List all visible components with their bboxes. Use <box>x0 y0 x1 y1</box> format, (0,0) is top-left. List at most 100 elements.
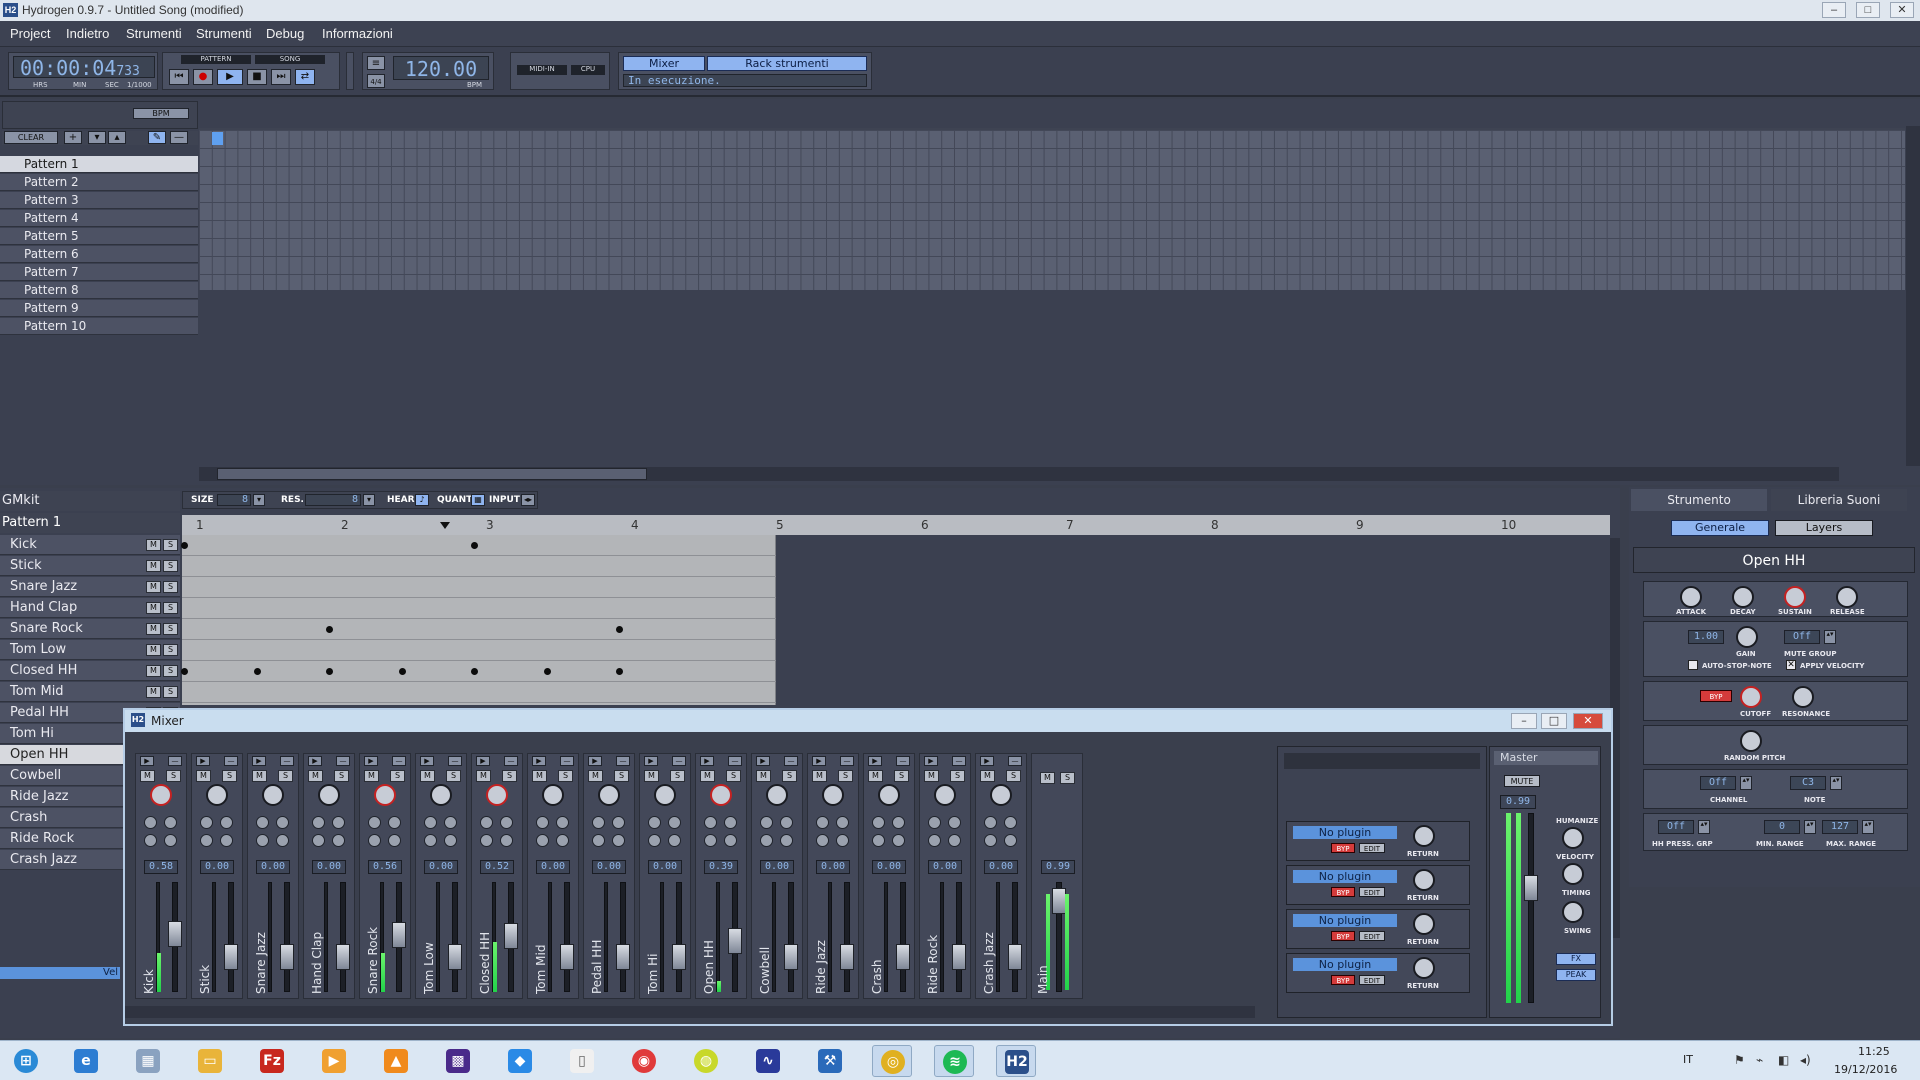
strip-fader-knob[interactable] <box>896 944 910 970</box>
media-player-icon[interactable]: ▶ <box>314 1045 354 1077</box>
strip-solo-button[interactable]: S <box>502 770 517 782</box>
fx-send-knob[interactable] <box>648 834 661 847</box>
fx-send-knob[interactable] <box>276 834 289 847</box>
note[interactable] <box>471 542 478 549</box>
mute-group-value[interactable]: Off <box>1784 630 1820 644</box>
fx-plugin-name[interactable]: No plugin <box>1293 870 1397 883</box>
pattern-list-item[interactable]: Pattern 6 <box>0 246 198 263</box>
fx-send-knob[interactable] <box>816 816 829 829</box>
tab-strumento[interactable]: Strumento <box>1631 489 1767 511</box>
note-grid[interactable] <box>181 535 776 705</box>
instrument-mute-button[interactable]: M <box>146 665 161 677</box>
master-mute-button[interactable]: MUTE <box>1504 775 1540 787</box>
res-value[interactable]: 8 <box>305 494 361 506</box>
pattern-list-item[interactable]: Pattern 2 <box>0 174 198 191</box>
size-value[interactable]: 8 <box>217 494 251 506</box>
strip-solo-button[interactable]: S <box>278 770 293 782</box>
strip-solo-button[interactable]: S <box>950 770 965 782</box>
fx-send-knob[interactable] <box>704 816 717 829</box>
strip-mute-button[interactable]: M <box>364 770 379 782</box>
fx-return-knob[interactable] <box>1413 957 1435 979</box>
fx-send-knob[interactable] <box>480 834 493 847</box>
strip-fader-track[interactable] <box>564 882 570 992</box>
start-button[interactable]: ⊞ <box>4 1045 48 1077</box>
mixer-maximize-button[interactable]: □ <box>1541 713 1567 729</box>
fx-send-knob[interactable] <box>612 834 625 847</box>
pan-knob[interactable] <box>206 784 228 806</box>
strip-fader-knob[interactable] <box>392 922 406 948</box>
strip-fader-track[interactable] <box>788 882 794 992</box>
strip-play-button[interactable]: ▶ <box>588 756 602 766</box>
strip-fader-knob[interactable] <box>336 944 350 970</box>
fx-send-knob[interactable] <box>948 816 961 829</box>
resonance-knob[interactable] <box>1792 686 1814 708</box>
mixer-h-scrollbar[interactable] <box>125 1006 1255 1018</box>
pan-knob[interactable] <box>654 784 676 806</box>
instrument-mute-button[interactable]: M <box>146 623 161 635</box>
strip-play-button[interactable]: ▶ <box>420 756 434 766</box>
image-app-icon[interactable]: ▩ <box>438 1045 478 1077</box>
pan-knob[interactable] <box>486 784 508 806</box>
fx-send-knob[interactable] <box>892 834 905 847</box>
strip-solo-button[interactable]: S <box>166 770 181 782</box>
pattern-list-item[interactable]: Pattern 1 <box>0 156 198 173</box>
instrument-row[interactable]: Closed HH M S <box>0 661 180 681</box>
pan-knob[interactable] <box>542 784 564 806</box>
strip-play-button[interactable]: ▶ <box>980 756 994 766</box>
app-yellow-icon[interactable]: ◍ <box>686 1045 726 1077</box>
gain-value[interactable]: 1.00 <box>1688 630 1724 644</box>
strip-mute-button[interactable]: M <box>196 770 211 782</box>
fx-send-knob[interactable] <box>592 834 605 847</box>
strip-fader-track[interactable] <box>620 882 626 992</box>
fx-send-knob[interactable] <box>928 834 941 847</box>
playhead-marker[interactable] <box>440 522 450 529</box>
song-pattern-cell-active[interactable] <box>212 132 223 145</box>
fx-bypass-button[interactable]: BYP <box>1331 887 1355 897</box>
fx-send-knob[interactable] <box>256 816 269 829</box>
instrument-solo-button[interactable]: S <box>163 602 178 614</box>
pan-knob[interactable] <box>822 784 844 806</box>
strip-play-button[interactable]: ▶ <box>476 756 490 766</box>
fx-send-knob[interactable] <box>164 816 177 829</box>
pan-knob[interactable] <box>150 784 172 806</box>
strip-play-button[interactable]: ▶ <box>644 756 658 766</box>
strip-fader-knob[interactable] <box>728 928 742 954</box>
strip-fx-button[interactable]: — <box>168 756 182 766</box>
menu-informazioni[interactable]: Informazioni <box>322 26 393 41</box>
fx-plugin-name[interactable]: No plugin <box>1293 914 1397 927</box>
chrome-icon[interactable]: ◎ <box>872 1045 912 1077</box>
fx-send-knob[interactable] <box>332 816 345 829</box>
strip-solo-button[interactable]: S <box>614 770 629 782</box>
dropbox-icon[interactable]: ◆ <box>500 1045 540 1077</box>
explorer-icon[interactable]: ▭ <box>190 1045 230 1077</box>
instrument-solo-button[interactable]: S <box>163 644 178 656</box>
fx-send-knob[interactable] <box>388 834 401 847</box>
app-red-icon[interactable]: ◉ <box>624 1045 664 1077</box>
vlc-icon[interactable]: ▲ <box>376 1045 416 1077</box>
max-range-spinner[interactable]: ▴▾ <box>1862 820 1874 834</box>
strip-solo-button[interactable]: S <box>558 770 573 782</box>
fx-send-knob[interactable] <box>480 816 493 829</box>
strip-mute-button[interactable]: M <box>644 770 659 782</box>
strip-solo-button[interactable]: S <box>894 770 909 782</box>
tab-generale[interactable]: Generale <box>1671 520 1769 536</box>
pattern-list-item[interactable]: Pattern 5 <box>0 228 198 245</box>
instrument-mute-button[interactable]: M <box>146 560 161 572</box>
note[interactable] <box>181 668 188 675</box>
pattern-list-item[interactable]: Pattern 3 <box>0 192 198 209</box>
fx-send-knob[interactable] <box>276 816 289 829</box>
fx-bypass-button[interactable]: BYP <box>1331 975 1355 985</box>
strip-fader-track[interactable] <box>228 882 234 992</box>
bpm-tap2-button[interactable]: 4/4 <box>367 74 385 88</box>
strip-play-button[interactable]: ▶ <box>140 756 154 766</box>
strip-fader-knob[interactable] <box>224 944 238 970</box>
note[interactable] <box>181 542 188 549</box>
fx-send-knob[interactable] <box>704 834 717 847</box>
fx-send-knob[interactable] <box>724 834 737 847</box>
menu-debug[interactable]: Debug <box>266 26 304 41</box>
fx-send-knob[interactable] <box>816 834 829 847</box>
fx-send-knob[interactable] <box>200 834 213 847</box>
pan-knob[interactable] <box>934 784 956 806</box>
strip-mute-button[interactable]: M <box>532 770 547 782</box>
max-range-value[interactable]: 127 <box>1822 820 1858 834</box>
